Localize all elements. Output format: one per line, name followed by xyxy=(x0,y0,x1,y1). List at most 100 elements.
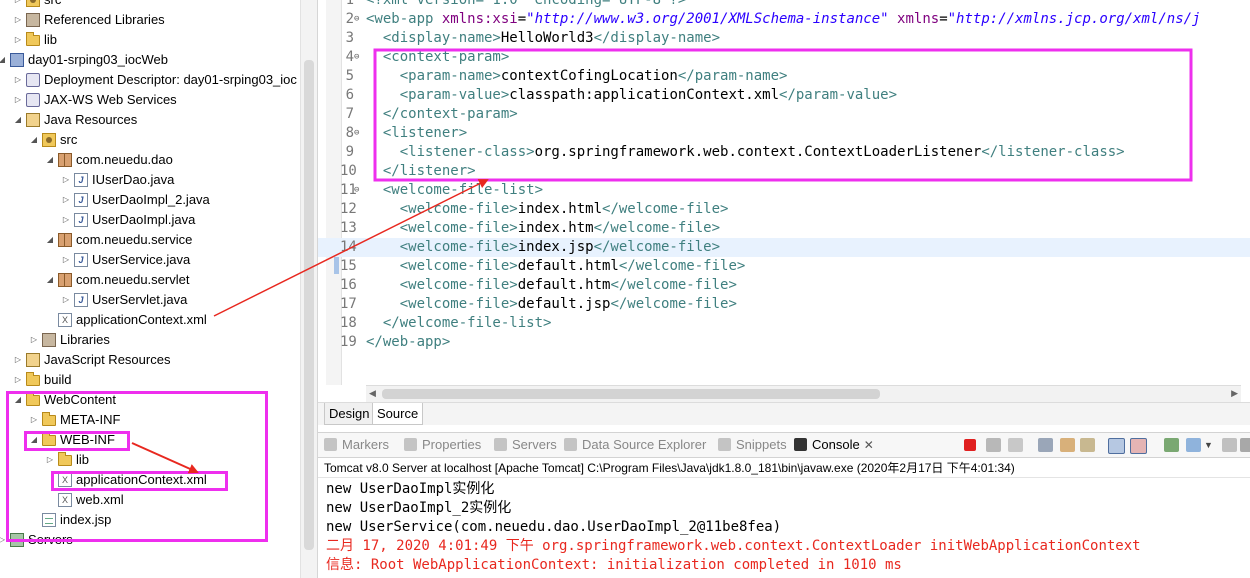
tree-item[interactable]: ▷ src xyxy=(0,0,300,10)
terminate-icon[interactable] xyxy=(964,439,976,451)
collapsed-chevron-icon[interactable]: ▷ xyxy=(14,10,22,30)
collapsed-chevron-icon[interactable]: ▷ xyxy=(62,190,70,210)
code-line[interactable]: 18 </welcome-file-list> xyxy=(318,314,1250,333)
collapsed-chevron-icon[interactable]: ▷ xyxy=(30,330,38,350)
code-line[interactable]: 19 </web-app> xyxy=(318,333,1250,352)
collapsed-chevron-icon[interactable]: ▷ xyxy=(14,30,22,50)
tab-label: Data Source Explorer xyxy=(582,437,707,452)
code-line[interactable]: 7 </context-param> xyxy=(318,105,1250,124)
tree-item[interactable]: ▷ UserService.java xyxy=(0,250,300,270)
tree-item[interactable]: ▷ Referenced Libraries xyxy=(0,10,300,30)
scroll-lock-icon[interactable] xyxy=(1060,438,1075,452)
collapsed-chevron-icon[interactable]: ▷ xyxy=(14,350,22,370)
collapsed-chevron-icon[interactable]: ▷ xyxy=(62,250,70,270)
editor-scrollbar-thumb[interactable] xyxy=(382,389,880,399)
tree-item[interactable]: ▷ JAX-WS Web Services xyxy=(0,90,300,110)
code-line[interactable]: 11 ⊖ <welcome-file-list> xyxy=(318,181,1250,200)
tree-item[interactable]: ▷ UserDaoImpl.java xyxy=(0,210,300,230)
maximize-view-icon[interactable] xyxy=(1240,438,1250,452)
collapsed-chevron-icon[interactable]: ▷ xyxy=(14,370,22,390)
collapsed-chevron-icon[interactable]: ▷ xyxy=(14,0,22,10)
expanded-chevron-icon[interactable]: ◢ xyxy=(14,110,22,130)
show-console-on-stdout-icon[interactable] xyxy=(1108,438,1125,454)
scroll-right-arrow-icon[interactable]: ▶ xyxy=(1231,388,1238,399)
code-token: </context-param> xyxy=(366,106,518,122)
tree-item[interactable]: ▷ UserDaoImpl_2.java xyxy=(0,190,300,210)
dropdown-chevron-down-icon[interactable]: ▼ xyxy=(1204,438,1213,452)
collapsed-chevron-icon[interactable]: ▷ xyxy=(14,90,22,110)
collapsed-chevron-icon[interactable]: ▷ xyxy=(14,70,22,90)
tab-source[interactable]: Source xyxy=(372,403,424,425)
tab-properties[interactable]: Properties xyxy=(404,433,481,457)
code-line[interactable]: 1 <?xml version="1.0" encoding="UTF-8"?> xyxy=(318,0,1250,10)
expanded-chevron-icon[interactable]: ◢ xyxy=(46,230,54,250)
console-output[interactable]: new UserDaoImpl实例化 new UserDaoImpl_2实例化 ne… xyxy=(318,478,1250,578)
minimize-view-icon[interactable] xyxy=(1222,438,1237,452)
code-line[interactable]: 2 ⊖ <web-app xmlns:xsi="http://www.w3.org/… xyxy=(318,10,1250,29)
fold-toggle-icon[interactable]: ⊖ xyxy=(354,48,359,67)
code-line[interactable]: 6 <param-value>classpath:applicationCont… xyxy=(318,86,1250,105)
code-token: classpath:applicationContext.xml xyxy=(509,87,780,103)
tree-item-label: Deployment Descriptor: day01-srping03_io… xyxy=(44,72,297,87)
tree-item[interactable]: ▷ Deployment Descriptor: day01-srping03_i… xyxy=(0,70,300,90)
expanded-chevron-icon[interactable]: ◢ xyxy=(0,50,6,70)
code-line[interactable]: 15 <welcome-file>default.html</welcome-f… xyxy=(318,257,1250,276)
code-line[interactable]: 13 <welcome-file>index.htm</welcome-file… xyxy=(318,219,1250,238)
code-line[interactable]: 16 <welcome-file>default.htm</welcome-fi… xyxy=(318,276,1250,295)
tab-markers[interactable]: Markers xyxy=(324,433,389,457)
code-line[interactable]: 5 <param-name>contextCofingLocation</par… xyxy=(318,67,1250,86)
code-line[interactable]: 14 <welcome-file>index.jsp</welcome-file… xyxy=(318,238,1250,257)
fold-toggle-icon[interactable]: ⊖ xyxy=(354,181,359,200)
servers-icon xyxy=(494,438,507,451)
tab-servers[interactable]: Servers xyxy=(494,433,557,457)
expanded-chevron-icon[interactable]: ◢ xyxy=(46,150,54,170)
tree-item[interactable]: ◢ day01-srping03_iocWeb xyxy=(0,50,300,70)
display-selected-console-icon[interactable] xyxy=(1186,438,1201,452)
code-line[interactable]: 9 <listener-class>org.springframework.we… xyxy=(318,143,1250,162)
remove-all-terminated-icon[interactable] xyxy=(1008,438,1023,452)
collapsed-chevron-icon[interactable]: ▷ xyxy=(62,290,70,310)
tree-item[interactable]: ▷ JavaScript Resources xyxy=(0,350,300,370)
tree-item[interactable]: ▷ build xyxy=(0,370,300,390)
fold-toggle-icon[interactable]: ⊖ xyxy=(354,124,359,143)
tree-item[interactable]: ▷ UserServlet.java xyxy=(0,290,300,310)
pin-console-icon[interactable] xyxy=(1164,438,1179,452)
code-token: xmlns:xsi xyxy=(441,11,518,27)
tab-design[interactable]: Design xyxy=(324,403,375,425)
remove-launch-icon[interactable] xyxy=(986,438,1001,452)
tree-item[interactable]: ◢ com.neuedu.service xyxy=(0,230,300,250)
tree-item[interactable]: ◢ com.neuedu.dao xyxy=(0,150,300,170)
fold-toggle-icon[interactable]: ⊖ xyxy=(354,10,359,29)
clear-console-icon[interactable] xyxy=(1038,438,1053,452)
xml-source-editor[interactable]: 1 <?xml version="1.0" encoding="UTF-8"?> 2… xyxy=(318,0,1250,402)
tree-item[interactable]: ◢ Java Resources xyxy=(0,110,300,130)
code-line[interactable]: 10 </listener> xyxy=(318,162,1250,181)
tab-console[interactable]: Console ✕ xyxy=(794,433,874,457)
close-icon[interactable]: ✕ xyxy=(864,438,874,452)
collapsed-chevron-icon[interactable]: ▷ xyxy=(62,170,70,190)
tree-item[interactable]: applicationContext.xml xyxy=(0,310,300,330)
code-line[interactable]: 3 <display-name>HelloWorld3</display-nam… xyxy=(318,29,1250,48)
tree-item[interactable]: ▷ lib xyxy=(0,30,300,50)
tab-snippets[interactable]: Snippets xyxy=(718,433,787,457)
tab-data-source-explorer[interactable]: Data Source Explorer xyxy=(564,433,706,457)
show-console-on-stderr-icon[interactable] xyxy=(1130,438,1147,454)
tree-item[interactable]: ▷ Libraries xyxy=(0,330,300,350)
tree-item[interactable]: ▷ IUserDao.java xyxy=(0,170,300,190)
tree-item[interactable]: ◢ com.neuedu.servlet xyxy=(0,270,300,290)
code-line[interactable]: 8 ⊖ <listener> xyxy=(318,124,1250,143)
code-line[interactable]: 17 <welcome-file>default.jsp</welcome-fi… xyxy=(318,295,1250,314)
line-number: 13 xyxy=(340,220,357,236)
tree-item[interactable]: ◢ src xyxy=(0,130,300,150)
collapsed-chevron-icon[interactable]: ▷ xyxy=(62,210,70,230)
code-token: <welcome-file> xyxy=(366,296,518,312)
expanded-chevron-icon[interactable]: ◢ xyxy=(46,270,54,290)
expanded-chevron-icon[interactable]: ◢ xyxy=(30,130,38,150)
explorer-scrollbar-thumb[interactable] xyxy=(304,60,314,550)
explorer-scrollbar[interactable] xyxy=(300,0,318,578)
code-line[interactable]: 12 <welcome-file>index.html</welcome-fil… xyxy=(318,200,1250,219)
code-line[interactable]: 4 ⊖ <context-param> xyxy=(318,48,1250,67)
word-wrap-icon[interactable] xyxy=(1080,438,1095,452)
editor-horizontal-scrollbar[interactable]: ◀ ▶ xyxy=(366,385,1241,402)
scroll-left-arrow-icon[interactable]: ◀ xyxy=(369,388,376,399)
